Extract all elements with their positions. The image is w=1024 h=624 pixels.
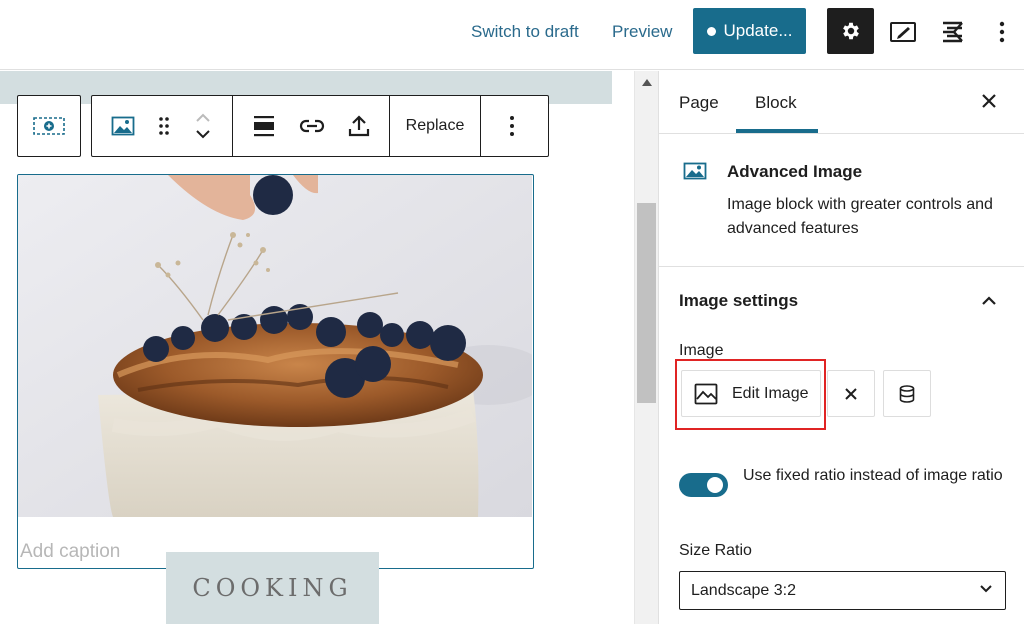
more-options-icon bbox=[510, 116, 514, 136]
edit-mode-icon bbox=[890, 22, 916, 42]
size-ratio-label: Size Ratio bbox=[679, 542, 752, 559]
insert-block-icon bbox=[33, 117, 65, 135]
chevron-down-icon bbox=[980, 585, 992, 593]
close-icon bbox=[845, 387, 857, 400]
image-icon bbox=[111, 116, 135, 136]
caption-input[interactable]: Add caption bbox=[20, 541, 120, 563]
link-button[interactable] bbox=[295, 96, 329, 156]
cake-photo bbox=[18, 175, 532, 517]
collapse-panel-button[interactable] bbox=[981, 293, 997, 311]
edit-mode-button[interactable] bbox=[889, 18, 917, 46]
block-description: Image block with greater controls and ad… bbox=[727, 196, 993, 237]
tab-block[interactable]: Block bbox=[755, 93, 797, 113]
unsaved-dot-icon bbox=[706, 26, 716, 36]
remove-image-button[interactable] bbox=[827, 370, 875, 417]
scrollbar-thumb[interactable] bbox=[637, 203, 656, 403]
plugin-icon bbox=[943, 21, 963, 43]
block-type-button[interactable] bbox=[92, 96, 154, 156]
update-button[interactable]: Update... bbox=[693, 8, 806, 54]
more-vertical-icon bbox=[999, 21, 1005, 43]
move-up-icon[interactable] bbox=[195, 113, 211, 123]
settings-button[interactable] bbox=[827, 8, 874, 54]
plugin-button[interactable] bbox=[940, 18, 968, 46]
highlight-box bbox=[675, 359, 826, 430]
database-icon bbox=[899, 384, 915, 403]
cooking-heading: COOKING bbox=[166, 552, 379, 624]
toggle-knob bbox=[707, 477, 723, 493]
media-library-button[interactable] bbox=[883, 370, 931, 417]
options-button[interactable] bbox=[988, 18, 1016, 46]
update-label: Update... bbox=[723, 21, 793, 40]
size-ratio-select[interactable]: Landscape 3:2 bbox=[679, 571, 1006, 610]
align-button[interactable] bbox=[233, 96, 295, 156]
chevron-up-icon bbox=[982, 296, 996, 305]
advanced-image-block[interactable]: Add caption bbox=[17, 174, 534, 569]
block-card-icon-wrap bbox=[683, 162, 707, 185]
upload-icon bbox=[348, 115, 370, 137]
align-icon bbox=[254, 116, 274, 137]
drag-handle-icon bbox=[159, 117, 169, 135]
insert-block-button[interactable] bbox=[18, 96, 80, 156]
canvas-scrollbar[interactable] bbox=[634, 71, 658, 624]
editor-top-bar: Switch to draft Preview Update... bbox=[0, 0, 1024, 70]
upload-button[interactable] bbox=[329, 96, 389, 156]
editor-canvas[interactable]: Replace Add caption COOKING bbox=[0, 71, 634, 624]
block-title: Advanced Image bbox=[727, 162, 863, 181]
image-icon bbox=[683, 162, 707, 180]
image-settings-title[interactable]: Image settings bbox=[679, 291, 798, 311]
settings-sidebar: Page Block Advanced Image Image block wi… bbox=[658, 71, 1024, 624]
move-buttons bbox=[174, 96, 232, 156]
image-label: Image bbox=[679, 342, 724, 359]
block-parent-toolbar bbox=[17, 95, 81, 157]
close-sidebar-button[interactable] bbox=[981, 93, 997, 114]
preview-button[interactable]: Preview bbox=[612, 20, 672, 44]
close-icon bbox=[982, 94, 996, 108]
move-down-icon[interactable] bbox=[195, 129, 211, 139]
fixed-ratio-label: Use fixed ratio instead of image ratio bbox=[743, 467, 1003, 484]
tab-page[interactable]: Page bbox=[679, 93, 719, 113]
switch-to-draft-button[interactable]: Switch to draft bbox=[471, 20, 579, 44]
gear-icon bbox=[842, 22, 859, 40]
drag-handle[interactable] bbox=[154, 96, 174, 156]
replace-button[interactable]: Replace bbox=[390, 96, 480, 156]
link-icon bbox=[299, 119, 325, 133]
divider bbox=[659, 133, 1024, 134]
fixed-ratio-toggle[interactable] bbox=[679, 473, 728, 497]
block-toolbar: Replace bbox=[91, 95, 549, 157]
divider bbox=[659, 266, 1024, 267]
scroll-up-arrow-icon[interactable] bbox=[642, 79, 652, 86]
more-options-button[interactable] bbox=[481, 96, 543, 156]
size-ratio-value: Landscape 3:2 bbox=[691, 581, 796, 599]
